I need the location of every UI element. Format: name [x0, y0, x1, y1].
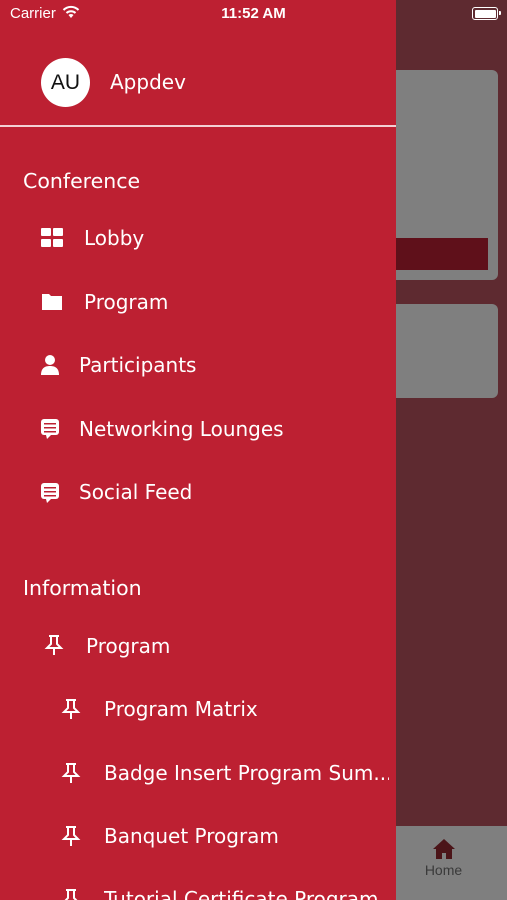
menu-item-label: Lobby: [84, 226, 145, 250]
menu-item-label: Networking Lounges: [79, 417, 284, 441]
menu-item-program[interactable]: Program: [0, 278, 396, 326]
background-card-button: [380, 238, 488, 270]
chat-icon: [41, 419, 59, 439]
status-bar: Carrier 11:52 AM: [0, 0, 507, 28]
menu-item-program-matrix[interactable]: Program Matrix: [0, 686, 396, 734]
tab-home-label: Home: [424, 862, 463, 878]
user-name[interactable]: Appdev: [110, 70, 186, 94]
pin-icon: [61, 699, 81, 719]
menu-item-banquet-program[interactable]: Banquet Program: [0, 813, 396, 861]
tab-home[interactable]: Home: [396, 838, 491, 878]
menu-item-program[interactable]: Program: [0, 622, 396, 670]
menu-item-label: Participants: [79, 353, 197, 377]
menu-item-label: Program Matrix: [104, 697, 258, 721]
chat-icon: [41, 483, 59, 503]
grid-icon: [41, 228, 63, 247]
section-title-information: Information: [23, 576, 142, 600]
menu-item-participants[interactable]: Participants: [0, 342, 396, 390]
menu-item-label: Banquet Program: [104, 824, 279, 848]
pin-icon: [61, 826, 81, 846]
person-icon: [41, 355, 59, 375]
home-icon: [432, 839, 455, 859]
avatar[interactable]: AU: [41, 58, 90, 107]
navigation-drawer: AU Appdev Conference Lobby Program Parti…: [0, 0, 396, 900]
menu-item-label: Program: [86, 634, 171, 658]
menu-item-label: Program: [84, 290, 169, 314]
menu-item-label: Tutorial Certificate Program: [104, 887, 379, 900]
menu-item-badge-insert-program[interactable]: Badge Insert Program Sum...: [0, 749, 396, 797]
battery-icon: [472, 7, 501, 20]
menu-item-networking-lounges[interactable]: Networking Lounges: [0, 405, 396, 453]
menu-item-tutorial-certificate-program[interactable]: Tutorial Certificate Program: [0, 876, 396, 900]
pin-icon: [61, 763, 81, 783]
status-time: 11:52 AM: [221, 5, 286, 22]
menu-item-social-feed[interactable]: Social Feed: [0, 469, 396, 517]
pin-icon: [64, 889, 78, 900]
menu-item-lobby[interactable]: Lobby: [0, 215, 396, 263]
section-title-conference: Conference: [23, 169, 141, 193]
pin-icon: [44, 635, 64, 655]
menu-item-label: Badge Insert Program Sum...: [104, 761, 389, 785]
menu-item-label: Social Feed: [79, 480, 193, 504]
folder-icon: [42, 294, 62, 310]
background-card: [380, 304, 498, 398]
